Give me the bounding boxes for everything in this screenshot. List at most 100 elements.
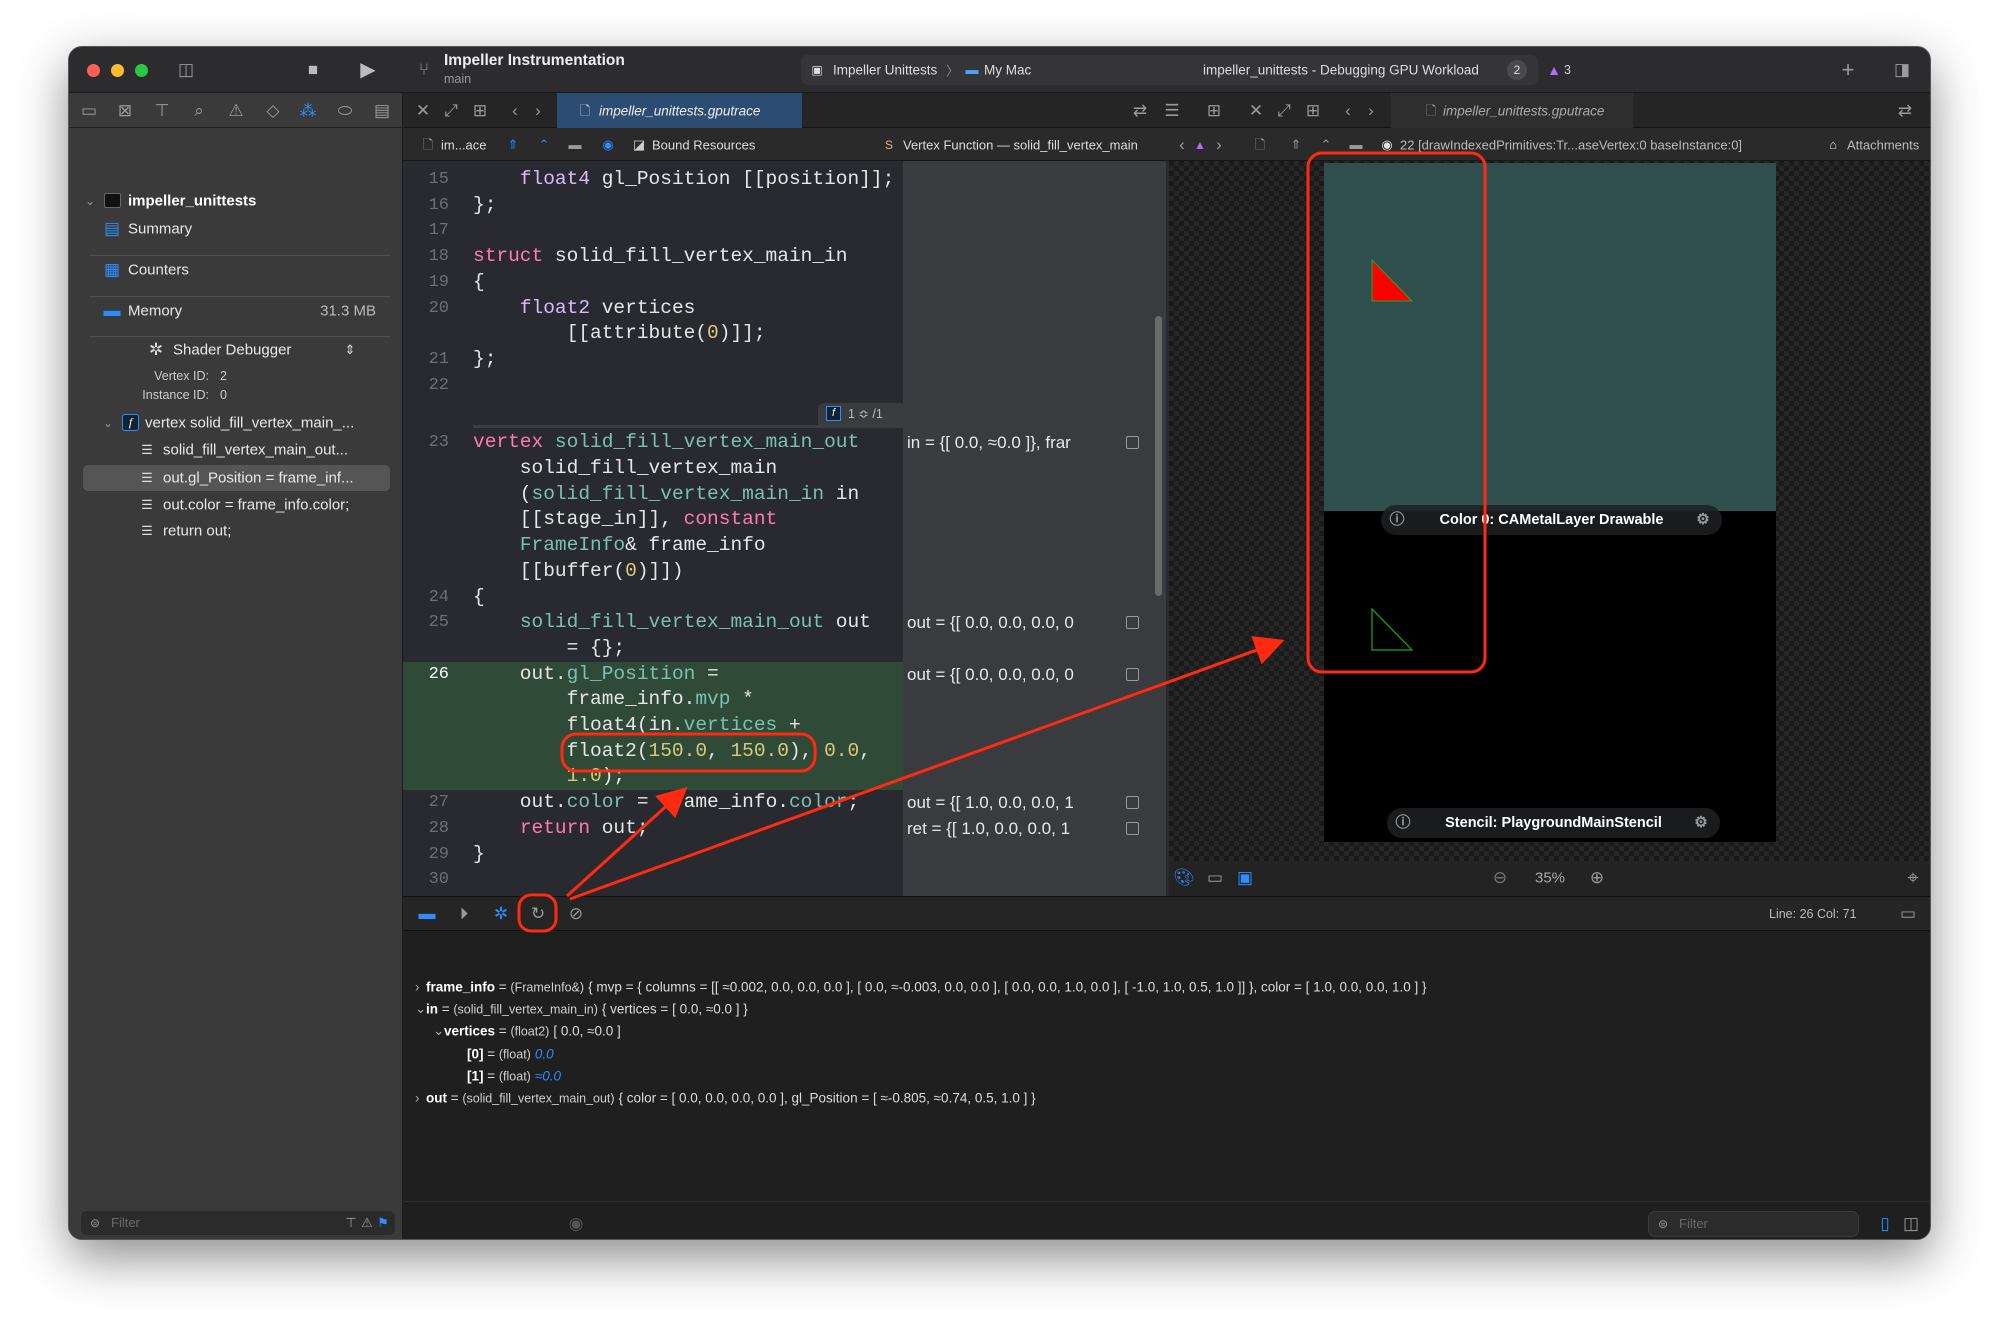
code-line[interactable]: FrameInfo& frame_info (403, 533, 1166, 559)
console-filter-input[interactable]: ⊜ Filter (1648, 1211, 1859, 1237)
code-line[interactable]: 20 float2 vertices (403, 296, 1166, 322)
code-line[interactable]: 29} (403, 842, 1166, 868)
stop-icon[interactable]: ■ (308, 60, 318, 80)
sidebar-item-counters[interactable]: Counters (128, 262, 189, 279)
code-line[interactable]: float4(in.vertices + (403, 713, 1166, 739)
step-icon[interactable]: ⏵ (460, 904, 469, 924)
flag-icon[interactable]: ⚑ (377, 1213, 389, 1233)
scheme-selector[interactable]: Impeller Unittests (833, 63, 937, 78)
add-icon[interactable]: + (1842, 59, 1855, 81)
breadcrumb-item[interactable]: Bound Resources (652, 138, 755, 153)
hierarchy-filter-icon[interactable]: ⊤ (345, 1213, 356, 1233)
previous-issue-icon[interactable]: ‹ (1179, 135, 1185, 155)
split-pane-icon[interactable]: ◫ (1903, 1214, 1919, 1234)
value-annotation[interactable]: out = {[ 0.0, 0.0, 0.0, 0 (907, 610, 1122, 636)
variable-row[interactable]: out = (solid_fill_vertex_main_out){ colo… (426, 1091, 1036, 1106)
forward-icon[interactable]: › (1368, 101, 1374, 121)
folder-icon[interactable]: ▬ (569, 135, 582, 155)
code-line[interactable]: 18 struct solid_fill_vertex_main_in (403, 244, 1166, 270)
zoom-window-button[interactable] (135, 64, 148, 77)
sidebar-item-memory[interactable]: Memory (128, 303, 182, 320)
run-icon[interactable]: ▶ (360, 60, 375, 80)
expand-value-icon[interactable] (1126, 667, 1139, 681)
report-icon[interactable]: ▤ (374, 101, 390, 121)
encoder-icon[interactable]: ⌃ (539, 135, 550, 155)
search-icon[interactable]: ⌕ (194, 101, 204, 121)
draw-call-icon[interactable]: ◉ (1381, 135, 1392, 155)
expand-icon[interactable]: ⤢ (444, 101, 458, 121)
gear-icon[interactable]: ⚙ (1696, 510, 1709, 530)
hierarchy-icon[interactable]: ⊤ (155, 101, 170, 121)
film-icon[interactable]: ▭ (1207, 868, 1223, 888)
code-line[interactable]: frame_info.mvp * (403, 687, 1166, 713)
breadcrumb-item[interactable]: im...ace (441, 138, 487, 153)
updown-chevron-icon[interactable]: ⇕ (345, 340, 356, 360)
expand-value-icon[interactable] (1126, 796, 1139, 810)
toggle-console-icon[interactable]: ▬ (419, 904, 436, 924)
code-line[interactable]: 21}; (403, 347, 1166, 373)
warning-filter-icon[interactable]: ⚠ (361, 1213, 373, 1233)
variable-row[interactable]: frame_info = (FrameInfo&){ mvp = { colum… (426, 980, 1427, 995)
value-annotation[interactable]: out = {[ 1.0, 0.0, 0.0, 1 (907, 790, 1122, 816)
chevron-down-icon[interactable]: ⌄ (415, 1001, 426, 1017)
sidebar-item-summary[interactable]: Summary (128, 221, 192, 238)
code-line[interactable]: solid_fill_vertex_main (403, 456, 1166, 482)
variables-console[interactable]: › frame_info = (FrameInfo&){ mvp = { colu… (403, 931, 1930, 1201)
compass-icon[interactable]: ⊘ (569, 904, 583, 924)
warning-icon[interactable]: ▲ (1547, 60, 1561, 80)
function-node[interactable]: vertex solid_fill_vertex_main_... (145, 415, 395, 432)
frame-icon[interactable]: ▣ (1237, 868, 1253, 888)
minimize-window-button[interactable] (111, 64, 124, 77)
issue-icon[interactable]: ⚠ (228, 101, 243, 121)
debug-navigator-icon[interactable]: ⁂ (300, 101, 317, 121)
code-line[interactable]: 17 (403, 218, 1166, 244)
bug-icon[interactable]: ✲ (494, 904, 508, 924)
attachment-viewer[interactable]: ⓘ Color 0: CAMetalLayer Drawable ⚙ ⓘ Ste… (1169, 161, 1930, 861)
lines-icon[interactable]: ☰ (1930, 101, 1931, 121)
add-editor-icon[interactable]: ⊞ (1207, 101, 1221, 121)
activity-view[interactable]: ▣ Impeller Unittests 〉 ▬ My Mac impeller… (801, 55, 1538, 85)
expand-value-icon[interactable] (1126, 616, 1139, 630)
code-line[interactable]: 28 return out; ret = {[ 1.0, 0.0, 0.0, 1 (403, 816, 1166, 842)
zoom-in-icon[interactable]: ⊕ (1590, 868, 1604, 888)
chevron-right-icon[interactable]: › (415, 980, 420, 995)
grid-icon[interactable]: ⊞ (473, 101, 487, 121)
source-control-icon[interactable]: ⊠ (118, 101, 132, 121)
folder-icon[interactable]: ▭ (81, 101, 97, 121)
expand-value-icon[interactable] (1126, 436, 1139, 450)
draw-call-icon[interactable]: ◉ (602, 135, 613, 155)
close-editor-icon[interactable]: ✕ (1249, 101, 1263, 121)
breadcrumb-item[interactable]: 22 [drawIndexedPrimitives:Tr...aseVertex… (1400, 138, 1742, 153)
close-window-button[interactable] (87, 64, 100, 77)
code-line[interactable]: [[stage_in]], constant (403, 507, 1166, 533)
editor-scrollbar[interactable] (1155, 316, 1162, 596)
forward-icon[interactable]: › (535, 101, 541, 121)
crosshair-icon[interactable]: ⌖ (1907, 868, 1918, 888)
chevron-down-icon[interactable]: ⌄ (85, 191, 95, 211)
palette-icon[interactable]: 🎨︎ (1173, 868, 1195, 888)
chevron-right-icon[interactable]: › (415, 1091, 420, 1106)
tab-gputrace-right[interactable]: 🗋 impeller_unittests.gputrace (1391, 93, 1633, 128)
encoder-icon[interactable]: ⌃ (1321, 135, 1332, 155)
color-attachment-label[interactable]: ⓘ Color 0: CAMetalLayer Drawable ⚙ (1381, 505, 1722, 535)
code-line[interactable]: 22 (403, 373, 1166, 399)
variable-row[interactable]: in = (solid_fill_vertex_main_in){ vertic… (426, 1002, 748, 1017)
grid-icon[interactable]: ⊞ (1306, 101, 1320, 121)
step-item[interactable]: out.gl_Position = frame_inf... (163, 470, 354, 487)
expand-icon[interactable]: ⤢ (1277, 101, 1291, 121)
sidebar-filter-input[interactable]: ⊜ Filter ⊤ ⚠ ⚑ (80, 1210, 396, 1236)
sidebar-toggle-icon[interactable]: ◫ (178, 60, 194, 80)
lines-icon[interactable]: ☰ (1164, 101, 1179, 121)
destination-selector[interactable]: My Mac (984, 63, 1031, 78)
source-editor[interactable]: 15 float4 gl_Position [[position]]; 16}; 1… (403, 161, 1166, 896)
back-icon[interactable]: ‹ (512, 101, 518, 121)
variable-row[interactable]: vertices = (float2)[ 0.0, ≈0.0 ] (444, 1024, 621, 1039)
chevron-down-icon[interactable]: ⌄ (433, 1023, 444, 1039)
code-line[interactable]: 24 { (403, 585, 1166, 611)
swap-icon[interactable]: ⇄ (1898, 101, 1912, 121)
code-line[interactable]: 15 float4 gl_Position [[position]]; (403, 167, 1166, 193)
command-buffer-icon[interactable]: ⇑ (1291, 135, 1302, 155)
tab-gputrace-left[interactable]: 🗋 impeller_unittests.gputrace (557, 93, 802, 128)
breadcrumb-item[interactable]: Attachments (1847, 138, 1919, 153)
code-line[interactable]: 26 out.gl_Position = out = {[ 0.0, 0.0, 0… (403, 661, 1166, 688)
